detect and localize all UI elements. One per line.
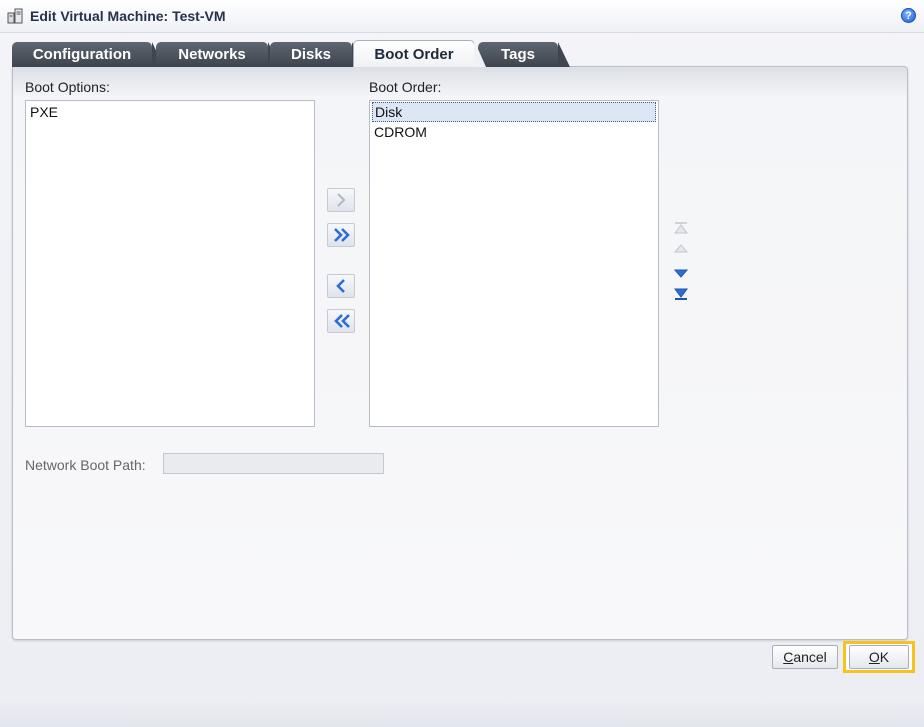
cancel-mnemonic: C [783,649,794,665]
cancel-label-rest: ancel [793,649,827,665]
double-chevron-left-icon [334,314,350,328]
ok-label-rest: K [879,649,890,665]
title-bar: Edit Virtual Machine: Test-VM ? [0,0,924,33]
ok-button[interactable]: OK [849,645,909,669]
tab-bar: Configuration Networks Disks Boot Order … [12,40,612,67]
ok-mnemonic: O [868,649,880,665]
boot-options-label: Boot Options: [25,79,110,95]
move-top-icon[interactable] [673,221,689,235]
tab-networks[interactable]: Networks [156,42,280,67]
tab-configuration[interactable]: Configuration [12,42,164,67]
list-item[interactable]: CDROM [370,122,658,142]
network-boot-path-input [163,453,384,474]
double-chevron-right-icon [334,228,350,242]
tab-disks[interactable]: Disks [270,42,364,67]
window-title: Edit Virtual Machine: Test-VM [30,8,226,24]
list-item-selected[interactable]: Disk [372,102,656,122]
boot-order-panel: Boot Options: PXE Boot Order: Disk CDROM [12,66,908,640]
boot-options-list[interactable]: PXE [25,100,315,427]
cancel-button[interactable]: Cancel [772,645,838,669]
move-down-icon[interactable] [673,267,689,281]
move-all-right-button[interactable] [327,223,355,247]
move-up-icon[interactable] [673,241,689,255]
move-all-left-button[interactable] [327,309,355,333]
list-item[interactable]: PXE [26,102,314,122]
boot-order-list[interactable]: Disk CDROM [369,100,659,427]
tab-tags[interactable]: Tags [478,42,570,67]
chevron-right-icon [337,193,346,207]
move-left-button[interactable] [327,274,355,298]
move-bottom-icon[interactable] [673,287,689,301]
help-icon[interactable]: ? [901,8,916,23]
chevron-left-icon [336,279,345,293]
move-right-button[interactable] [327,188,355,212]
tab-boot-order[interactable]: Boot Order [353,40,486,67]
network-boot-path-label: Network Boot Path: [25,457,146,473]
boot-order-label: Boot Order: [369,79,442,95]
virtual-machine-icon [7,8,23,24]
